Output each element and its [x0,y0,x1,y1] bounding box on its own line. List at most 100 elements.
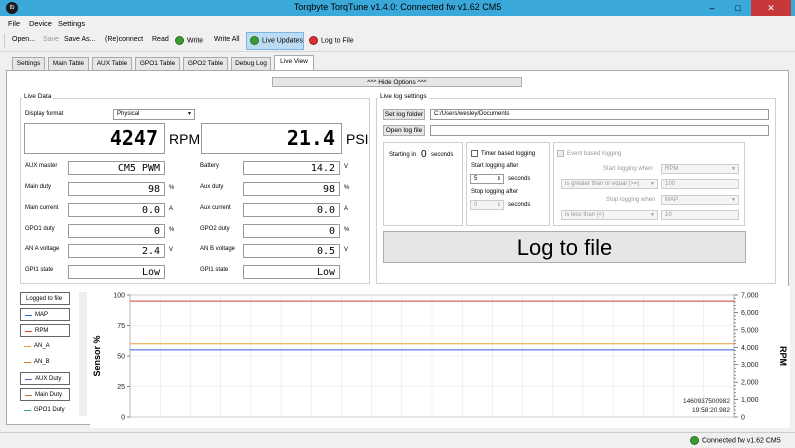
save-button[interactable]: Save [43,36,59,43]
rpm-display: 4247 [24,123,165,154]
legend-label: RPM [35,328,49,334]
live-row-right-value: 98 [243,182,340,196]
live-row-right-label: Aux duty [200,184,224,190]
start-condition-select[interactable]: is greater than or equal (>=) ▼ [561,179,658,189]
legend-label: AUX Duty [35,376,62,382]
stop-condition-select[interactable]: is less than (<) ▼ [561,210,658,220]
tab-debug-log[interactable]: Debug Log [231,57,271,70]
event-based-checkbox[interactable]: Event based logging [557,150,621,157]
legend-item[interactable]: AN_A [20,340,70,353]
legend-item[interactable]: RPM [20,324,70,337]
write-all-button[interactable]: Write All [214,36,240,43]
tab-main-table[interactable]: Main Table [48,57,89,70]
menu-settings[interactable]: Settings [58,19,85,28]
tab-aux-table[interactable]: AUX Table [92,57,132,70]
minimize-button[interactable]: – [699,0,725,16]
log-folder-path[interactable]: C:/Users/wesley/Documents [430,109,769,120]
live-updates-icon [250,36,259,45]
legend-label: AN_B [34,359,50,365]
tab-live-view[interactable]: Live View [274,55,314,70]
live-row-right-unit: % [344,185,350,191]
legend-item[interactable]: Logged to file [20,292,70,305]
y2-axis-label: RPM [778,346,788,366]
timer-checkbox-box [471,150,478,157]
live-row-right-unit: V [344,247,349,253]
start-condition-value: is greater than or equal (>=) [565,181,640,187]
save-as-button[interactable]: Save As... [64,36,96,43]
legend-item[interactable]: AN_B [20,356,70,369]
stop-when-select[interactable]: MAP ▼ [661,195,739,205]
open-log-path[interactable] [430,125,769,136]
starting-in-label: Starting in [389,152,417,158]
chevron-down-icon: ▼ [187,111,192,117]
y2-tick-label: 1,000 [741,397,759,404]
start-after-label: Start logging after [471,163,519,169]
tab-gpo2-table[interactable]: GPO2 Table [183,57,228,70]
legend-swatch [24,362,31,363]
start-when-select[interactable]: RPM ▼ [661,164,739,174]
stop-after-value: 0 [474,202,478,208]
connection-status: Connected fw v1.62 CM5 [690,436,781,445]
y2-tick-label: 5,000 [741,327,759,334]
start-when-value: RPM [665,166,679,172]
y-tick-label: 25 [117,384,125,391]
log-to-file-big-button[interactable]: Log to file [383,231,746,263]
live-row-right-value: 14.2 [243,161,340,175]
chevron-down-icon: ▼ [650,212,655,218]
legend-item[interactable]: Main Duty [20,388,70,401]
legend-swatch [24,410,31,411]
y2-tick-label: 4,000 [741,345,759,352]
legend-swatch [25,315,32,316]
live-updates-button[interactable]: Live Updates [246,32,304,50]
legend-item[interactable]: MAP [20,308,70,321]
tab-settings[interactable]: Settings [12,57,45,70]
live-row-right-value: 0.5 [243,244,340,258]
title-bar: tb Torqbyte TorqTune v1.4.0: Connected f… [0,0,795,16]
hide-options-button[interactable]: ^^^ Hide Options ^^^ [272,77,522,87]
y2-tick-label: 3,000 [741,362,759,369]
open-button[interactable]: Open... [12,36,35,43]
legend-swatch [25,395,32,396]
legend-item[interactable]: AUX Duty [20,372,70,385]
reconnect-button[interactable]: (Re)connect [105,36,143,43]
log-to-file-label: Log to File [321,37,354,45]
display-format-select[interactable]: Physical ▼ [113,109,195,120]
live-row-right-label: GPI1 state [200,267,229,273]
start-threshold-input[interactable]: 100 [661,179,739,189]
live-row-right-value: 0.0 [243,203,340,217]
read-button[interactable]: Read [152,36,169,43]
write-button[interactable]: Write [175,36,203,45]
legend-label: GPO1 Duty [34,407,65,413]
live-row-left-value: 98 [68,182,165,196]
live-row-right-unit: A [344,206,349,212]
spinner-arrows-icon: ⇕ [496,176,501,182]
maximize-button[interactable]: □ [725,0,751,16]
legend-scrollbar[interactable] [79,292,87,416]
legend-label: MAP [35,312,49,318]
legend-item[interactable]: GPO1 Duty [20,404,70,417]
set-log-folder-button[interactable]: Set log folder [383,109,425,120]
tab-gpo1-table[interactable]: GPO1 Table [135,57,180,70]
live-row-left-unit: V [169,247,174,253]
legend-swatch [24,346,31,347]
start-after-spinner[interactable]: 5 ⇕ [470,174,504,184]
starting-in-value: 0 [421,149,427,160]
timer-based-checkbox[interactable]: Timer based logging [471,150,535,157]
live-row-right-label: Battery [200,163,220,169]
time-label-epoch: 1460937500982 [683,398,730,405]
stop-after-spinner[interactable]: 0 ⇕ [470,200,504,210]
live-row-right-label: Aux current [200,205,231,211]
live-row-left-value: 0.0 [68,203,165,217]
y-tick-label: 75 [117,323,125,330]
log-to-file-button[interactable]: Log to File [309,36,354,45]
stop-threshold-input[interactable]: 10 [661,210,739,220]
menu-file[interactable]: File [8,19,20,28]
live-data-title: Live Data [22,93,54,100]
close-button[interactable]: ✕ [751,0,791,16]
time-label-clock: 19:58:20.982 [692,407,730,414]
y2-tick-label: 2,000 [741,380,759,387]
chevron-down-icon: ▼ [650,181,655,187]
menu-device[interactable]: Device [29,19,52,28]
open-log-file-button[interactable]: Open log file [383,125,425,136]
live-row-left-unit: % [169,185,175,191]
